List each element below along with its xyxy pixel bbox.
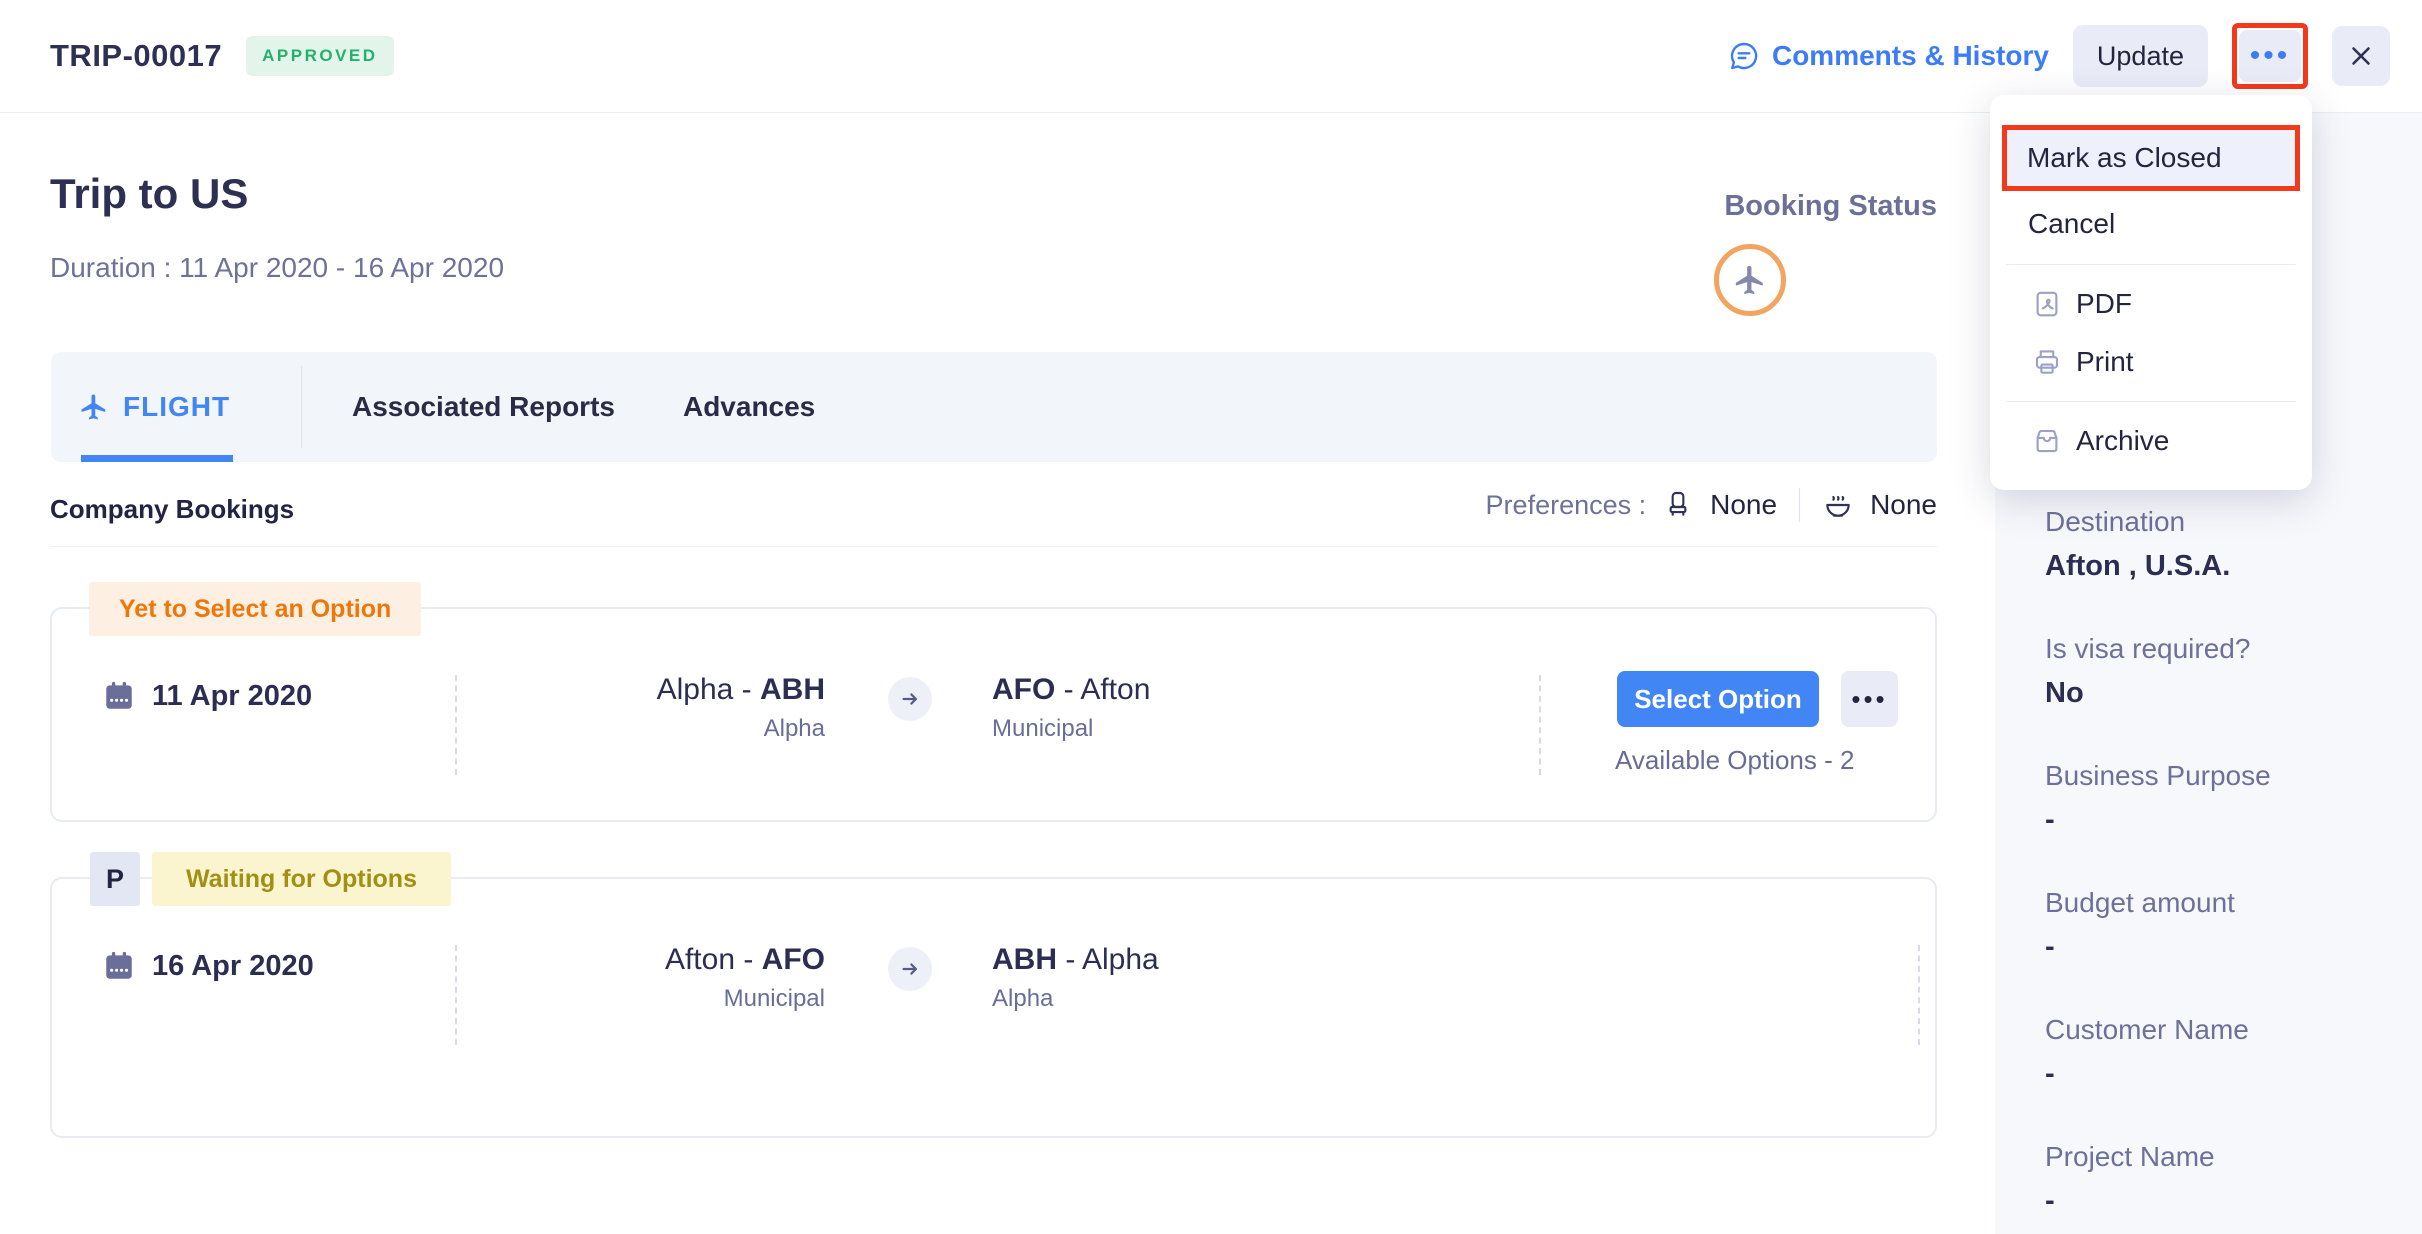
field-label: Budget amount — [2045, 887, 2392, 919]
booking-status-flight-indicator[interactable] — [1714, 244, 1786, 316]
menu-item-mark-as-closed[interactable]: Mark as Closed — [2002, 125, 2300, 191]
pdf-file-icon — [2032, 289, 2062, 319]
arrival-airport-sub: Alpha — [992, 985, 1352, 1013]
preferences-separator — [1799, 488, 1800, 522]
more-options-button[interactable]: ••• — [2239, 30, 2301, 82]
comment-bubble-icon — [1728, 40, 1760, 72]
close-icon — [2346, 41, 2376, 71]
dashed-divider — [455, 675, 457, 775]
field-value: - — [2045, 1058, 2392, 1091]
archive-icon — [2032, 426, 2062, 456]
tab-divider — [301, 366, 302, 448]
field-label: Destination — [2045, 506, 2392, 538]
ellipsis-icon: ••• — [1851, 686, 1887, 712]
section-title: Company Bookings — [50, 494, 294, 525]
departure-airport-sub: Municipal — [502, 985, 825, 1013]
field-value: - — [2045, 1185, 2392, 1218]
field-value: Afton , U.S.A. — [2045, 550, 2392, 583]
meal-preference-value: None — [1870, 489, 1937, 521]
status-badge: Yet to Select an Option — [89, 582, 421, 636]
booking-card-return: P Waiting for Options 16 Apr 2020 Afton … — [50, 877, 1937, 1138]
ellipsis-icon: ••• — [2250, 41, 2291, 71]
field-value: - — [2045, 804, 2392, 837]
printer-icon — [2032, 347, 2062, 377]
calendar-icon — [102, 679, 136, 713]
dashed-divider — [1539, 675, 1541, 775]
field-destination: Destination Afton , U.S.A. — [2045, 506, 2392, 583]
booking-date-text: 11 Apr 2020 — [152, 680, 312, 713]
departure-airport-sub: Alpha — [502, 715, 825, 743]
update-button[interactable]: Update — [2073, 25, 2208, 87]
field-label: Project Name — [2045, 1141, 2392, 1173]
menu-item-print[interactable]: Print — [1990, 333, 2312, 391]
close-button[interactable] — [2332, 26, 2390, 86]
annotation-box-more: ••• — [2232, 23, 2308, 89]
menu-divider — [2006, 401, 2296, 402]
tab-flight-label: FLIGHT — [123, 391, 230, 423]
section-divider — [50, 546, 1937, 547]
seat-preference-value: None — [1710, 489, 1777, 521]
trip-id: TRIP-00017 — [50, 38, 222, 74]
field-value: - — [2045, 931, 2392, 964]
departure-airport: Afton - AFO — [502, 943, 825, 977]
booking-date: 16 Apr 2020 — [102, 949, 314, 983]
arrival-airport: AFO - Afton — [992, 673, 1352, 707]
tab-associated-reports[interactable]: Associated Reports — [352, 391, 615, 423]
menu-item-print-label: Print — [2076, 346, 2134, 378]
header-actions: Comments & History Update ••• — [1728, 23, 2390, 89]
booking-date: 11 Apr 2020 — [102, 679, 312, 713]
calendar-icon — [102, 949, 136, 983]
field-label: Is visa required? — [2045, 633, 2392, 665]
menu-item-archive-label: Archive — [2076, 425, 2169, 457]
comments-history-label: Comments & History — [1772, 40, 2049, 72]
menu-item-pdf-label: PDF — [2076, 288, 2132, 320]
menu-divider — [2006, 264, 2296, 265]
seat-icon — [1662, 489, 1694, 521]
menu-item-cancel[interactable]: Cancel — [1990, 191, 2312, 254]
approved-status-badge: APPROVED — [246, 36, 393, 76]
menu-item-pdf[interactable]: PDF — [1990, 275, 2312, 333]
departure-airport: Alpha - ABH — [502, 673, 825, 707]
field-label: Customer Name — [2045, 1014, 2392, 1046]
select-option-button[interactable]: Select Option — [1617, 671, 1819, 727]
preferences-row: Preferences : None None — [1486, 488, 1937, 522]
booking-more-options-button[interactable]: ••• — [1841, 671, 1898, 727]
arrival-block: ABH - Alpha Alpha — [992, 943, 1352, 1013]
available-options-text: Available Options - 2 — [1615, 745, 1854, 776]
plane-icon — [1733, 263, 1767, 297]
trip-duration: Duration : 11 Apr 2020 - 16 Apr 2020 — [50, 252, 504, 284]
menu-item-archive[interactable]: Archive — [1990, 412, 2312, 470]
more-options-menu: Mark as Closed Cancel PDF Print — [1990, 95, 2312, 490]
booking-card-outbound: Yet to Select an Option 11 Apr 2020 Alph… — [50, 607, 1937, 822]
booking-date-text: 16 Apr 2020 — [152, 950, 314, 983]
field-budget-amount: Budget amount - — [2045, 887, 2392, 964]
page-title: Trip to US — [50, 170, 248, 218]
arrival-airport-sub: Municipal — [992, 715, 1352, 743]
comments-history-link[interactable]: Comments & History — [1728, 40, 2049, 72]
meal-icon — [1822, 489, 1854, 521]
booking-status-label: Booking Status — [1724, 190, 1937, 223]
arrow-right-icon — [888, 947, 932, 991]
status-badge: Waiting for Options — [152, 852, 451, 906]
dashed-divider — [455, 945, 457, 1045]
field-business-purpose: Business Purpose - — [2045, 760, 2392, 837]
dashed-divider — [1918, 945, 1920, 1045]
field-project-name: Project Name - — [2045, 1141, 2392, 1218]
tab-bar: FLIGHT Associated Reports Advances — [51, 352, 1937, 462]
field-label: Business Purpose — [2045, 760, 2392, 792]
tab-advances[interactable]: Advances — [683, 391, 815, 423]
field-visa-required: Is visa required? No — [2045, 633, 2392, 710]
personal-badge: P — [90, 852, 140, 906]
field-value: No — [2045, 677, 2392, 710]
tab-flight[interactable]: FLIGHT — [51, 391, 301, 423]
departure-block: Afton - AFO Municipal — [502, 943, 825, 1013]
preferences-label: Preferences : — [1486, 490, 1647, 521]
departure-block: Alpha - ABH Alpha — [502, 673, 825, 743]
active-tab-underline — [81, 455, 233, 462]
field-customer-name: Customer Name - — [2045, 1014, 2392, 1091]
arrival-block: AFO - Afton Municipal — [992, 673, 1352, 743]
arrow-right-icon — [888, 677, 932, 721]
plane-icon — [79, 392, 109, 422]
arrival-airport: ABH - Alpha — [992, 943, 1352, 977]
